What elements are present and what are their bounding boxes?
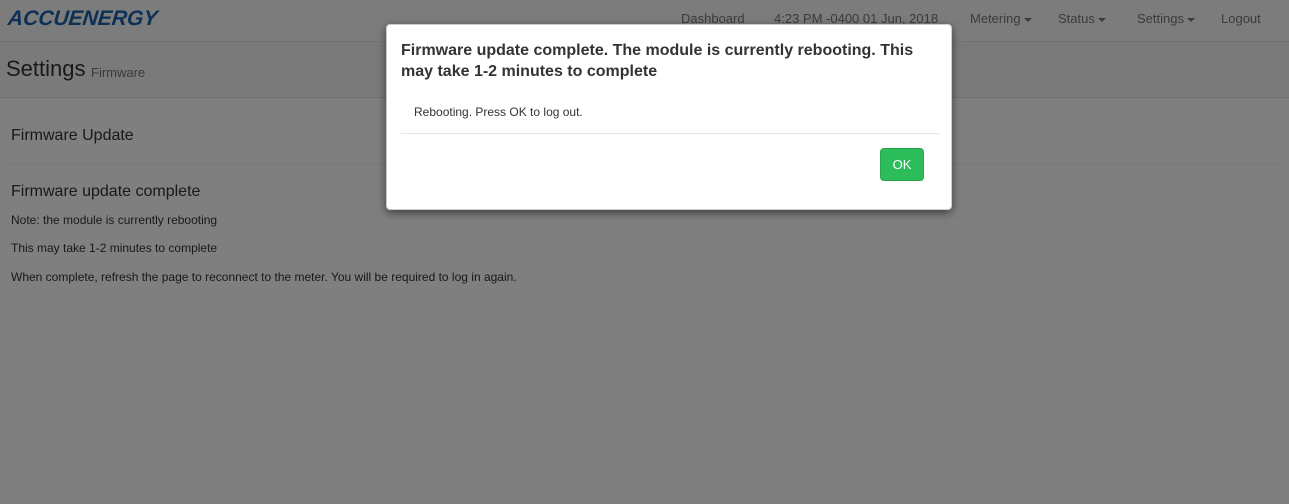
modal-title: Firmware update complete. The module is … (401, 42, 914, 80)
modal-body-text: Rebooting. Press OK to log out. (414, 105, 583, 119)
reboot-modal: Firmware update complete. The module is … (386, 24, 952, 210)
ok-button[interactable]: OK (880, 148, 924, 181)
modal-footer-divider (401, 133, 939, 134)
